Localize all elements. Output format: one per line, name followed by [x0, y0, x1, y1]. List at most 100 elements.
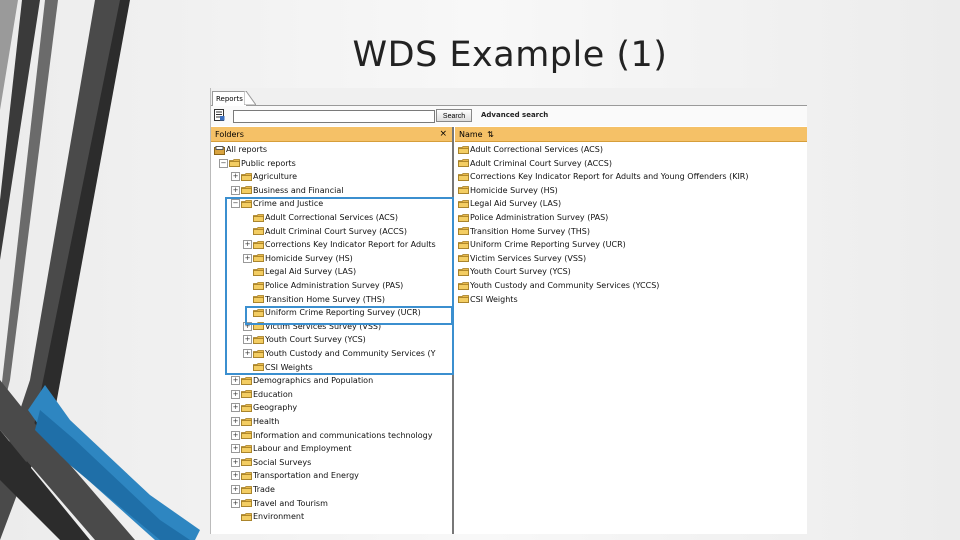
- tree-item-label: Social Surveys: [253, 457, 312, 467]
- folder-icon: [458, 267, 469, 276]
- folder-icon: [458, 145, 469, 154]
- folder-icon: [458, 240, 469, 249]
- tree-item-label: Public reports: [241, 158, 296, 168]
- folder-icon: [241, 458, 252, 467]
- folder-icon: [241, 431, 252, 439]
- tree-item[interactable]: + Information and communications technolo…: [231, 429, 432, 443]
- folder-icon: [241, 444, 252, 453]
- list-item[interactable]: Uniform Crime Reporting Survey (UCR): [458, 238, 626, 252]
- list-item-label: Police Administration Survey (PAS): [470, 213, 609, 222]
- list-item[interactable]: Legal Aid Survey (LAS): [458, 197, 561, 211]
- tree-item[interactable]: + Transportation and Energy: [231, 469, 359, 483]
- folder-icon: [241, 499, 252, 507]
- close-icon[interactable]: ×: [439, 127, 447, 142]
- tree-item[interactable]: + Geography: [231, 401, 297, 415]
- list-column-header[interactable]: Name ⇅: [455, 127, 807, 142]
- expand-icon[interactable]: +: [231, 185, 240, 195]
- list-item[interactable]: Transition Home Survey (THS): [458, 225, 590, 239]
- folder-icon: [458, 227, 469, 235]
- folder-icon: [458, 199, 469, 208]
- list-item[interactable]: Adult Criminal Court Survey (ACCS): [458, 157, 612, 171]
- folder-icon: [241, 390, 252, 399]
- folder-icon: [241, 485, 252, 494]
- list-item-label: Adult Criminal Court Survey (ACCS): [470, 158, 612, 168]
- folder-icon: [241, 403, 252, 412]
- name-column-label: Name: [459, 130, 483, 139]
- tree-item[interactable]: − Public reports: [219, 157, 296, 171]
- tree-item[interactable]: + Travel and Tourism: [231, 497, 328, 511]
- folder-icon: [458, 254, 469, 263]
- tree-item[interactable]: + Agriculture: [231, 170, 297, 184]
- tree-item[interactable]: + Labour and Employment: [231, 442, 352, 456]
- list-item-label: Legal Aid Survey (LAS): [470, 199, 562, 209]
- report-icon[interactable]: [214, 109, 225, 121]
- tree-item[interactable]: + Business and Financial: [231, 184, 343, 198]
- advanced-search-link[interactable]: Advanced search: [481, 111, 548, 119]
- search-input[interactable]: [233, 110, 435, 123]
- list-item-label: Corrections Key Indicator Report for Adu…: [470, 172, 749, 182]
- expand-icon[interactable]: +: [231, 471, 240, 481]
- expand-icon[interactable]: +: [231, 498, 240, 508]
- list-item-label: CSI Weights: [470, 294, 518, 304]
- tree-item-label: Travel and Tourism: [253, 498, 328, 508]
- list-item[interactable]: Police Administration Survey (PAS): [458, 211, 608, 225]
- folder-icon: [241, 376, 252, 385]
- list-item-label: Victim Services Survey (VSS): [470, 253, 587, 263]
- folder-icon: [241, 512, 252, 521]
- expand-icon[interactable]: +: [231, 485, 240, 494]
- list-item[interactable]: Youth Custody and Community Services (YC…: [458, 279, 659, 293]
- expand-icon[interactable]: +: [231, 389, 240, 399]
- folder-icon: [241, 172, 252, 181]
- app-screenshot: Reports Search Advanced search Folders ×…: [210, 88, 807, 534]
- slide-decoration: [0, 0, 200, 540]
- list-item[interactable]: CSI Weights: [458, 293, 518, 307]
- folder-icon: [458, 159, 469, 167]
- list-item-label: Youth Custody and Community Services (YC…: [470, 281, 660, 290]
- sort-icon[interactable]: ⇅: [487, 130, 494, 139]
- list-item[interactable]: Corrections Key Indicator Report for Adu…: [458, 170, 748, 184]
- list-item-label: Homicide Survey (HS): [470, 185, 558, 195]
- expand-icon[interactable]: +: [231, 430, 240, 440]
- tree-item-label: Trade: [253, 485, 275, 494]
- tree-item[interactable]: Environment: [231, 510, 304, 524]
- folders-pane-title: Folders: [215, 130, 244, 139]
- tree-item-label: Labour and Employment: [253, 444, 352, 454]
- expand-icon[interactable]: +: [231, 444, 240, 454]
- folder-icon: [458, 295, 469, 303]
- expand-icon[interactable]: +: [231, 457, 240, 467]
- tree-item-label: Geography: [253, 403, 298, 413]
- list-item[interactable]: Victim Services Survey (VSS): [458, 252, 586, 266]
- tree-item-label: Demographics and Population: [253, 376, 374, 386]
- expand-icon[interactable]: +: [231, 417, 240, 426]
- tree-item[interactable]: + Trade: [231, 483, 275, 497]
- list-item-label: Transition Home Survey (THS): [470, 226, 590, 236]
- folder-icon: [458, 172, 469, 181]
- tree-item[interactable]: + Social Surveys: [231, 456, 311, 470]
- list-item-label: Uniform Crime Reporting Survey (UCR): [470, 240, 626, 250]
- expand-icon[interactable]: +: [231, 403, 240, 413]
- tree-item[interactable]: All reports: [214, 143, 267, 157]
- search-bar: Search Advanced search: [211, 106, 807, 126]
- folder-icon: [241, 471, 252, 480]
- tree-item-label: Education: [253, 389, 293, 399]
- list-item[interactable]: Youth Court Survey (YCS): [458, 265, 571, 279]
- tree-item[interactable]: + Education: [231, 388, 293, 402]
- tree-item-label: Information and communications technolog…: [253, 430, 433, 440]
- collapse-icon[interactable]: −: [219, 158, 228, 168]
- tree-item-label: Transportation and Energy: [253, 471, 359, 481]
- list-item[interactable]: Homicide Survey (HS): [458, 184, 558, 198]
- expand-icon[interactable]: +: [231, 172, 240, 182]
- folder-icon: [229, 159, 240, 167]
- highlight-crime-justice: [225, 197, 454, 375]
- tab-reports[interactable]: Reports: [212, 91, 247, 106]
- search-button[interactable]: Search: [436, 109, 472, 122]
- tree-item[interactable]: + Health: [231, 415, 279, 429]
- list-item[interactable]: Adult Correctional Services (ACS): [458, 143, 603, 157]
- folders-pane-header: Folders ×: [211, 127, 453, 142]
- expand-icon[interactable]: +: [231, 376, 240, 386]
- all-reports-icon: [214, 145, 225, 155]
- slide-title: WDS Example (1): [352, 35, 668, 75]
- folder-icon: [458, 281, 469, 290]
- folder-icon: [458, 186, 469, 195]
- tree-item[interactable]: + Demographics and Population: [231, 374, 373, 388]
